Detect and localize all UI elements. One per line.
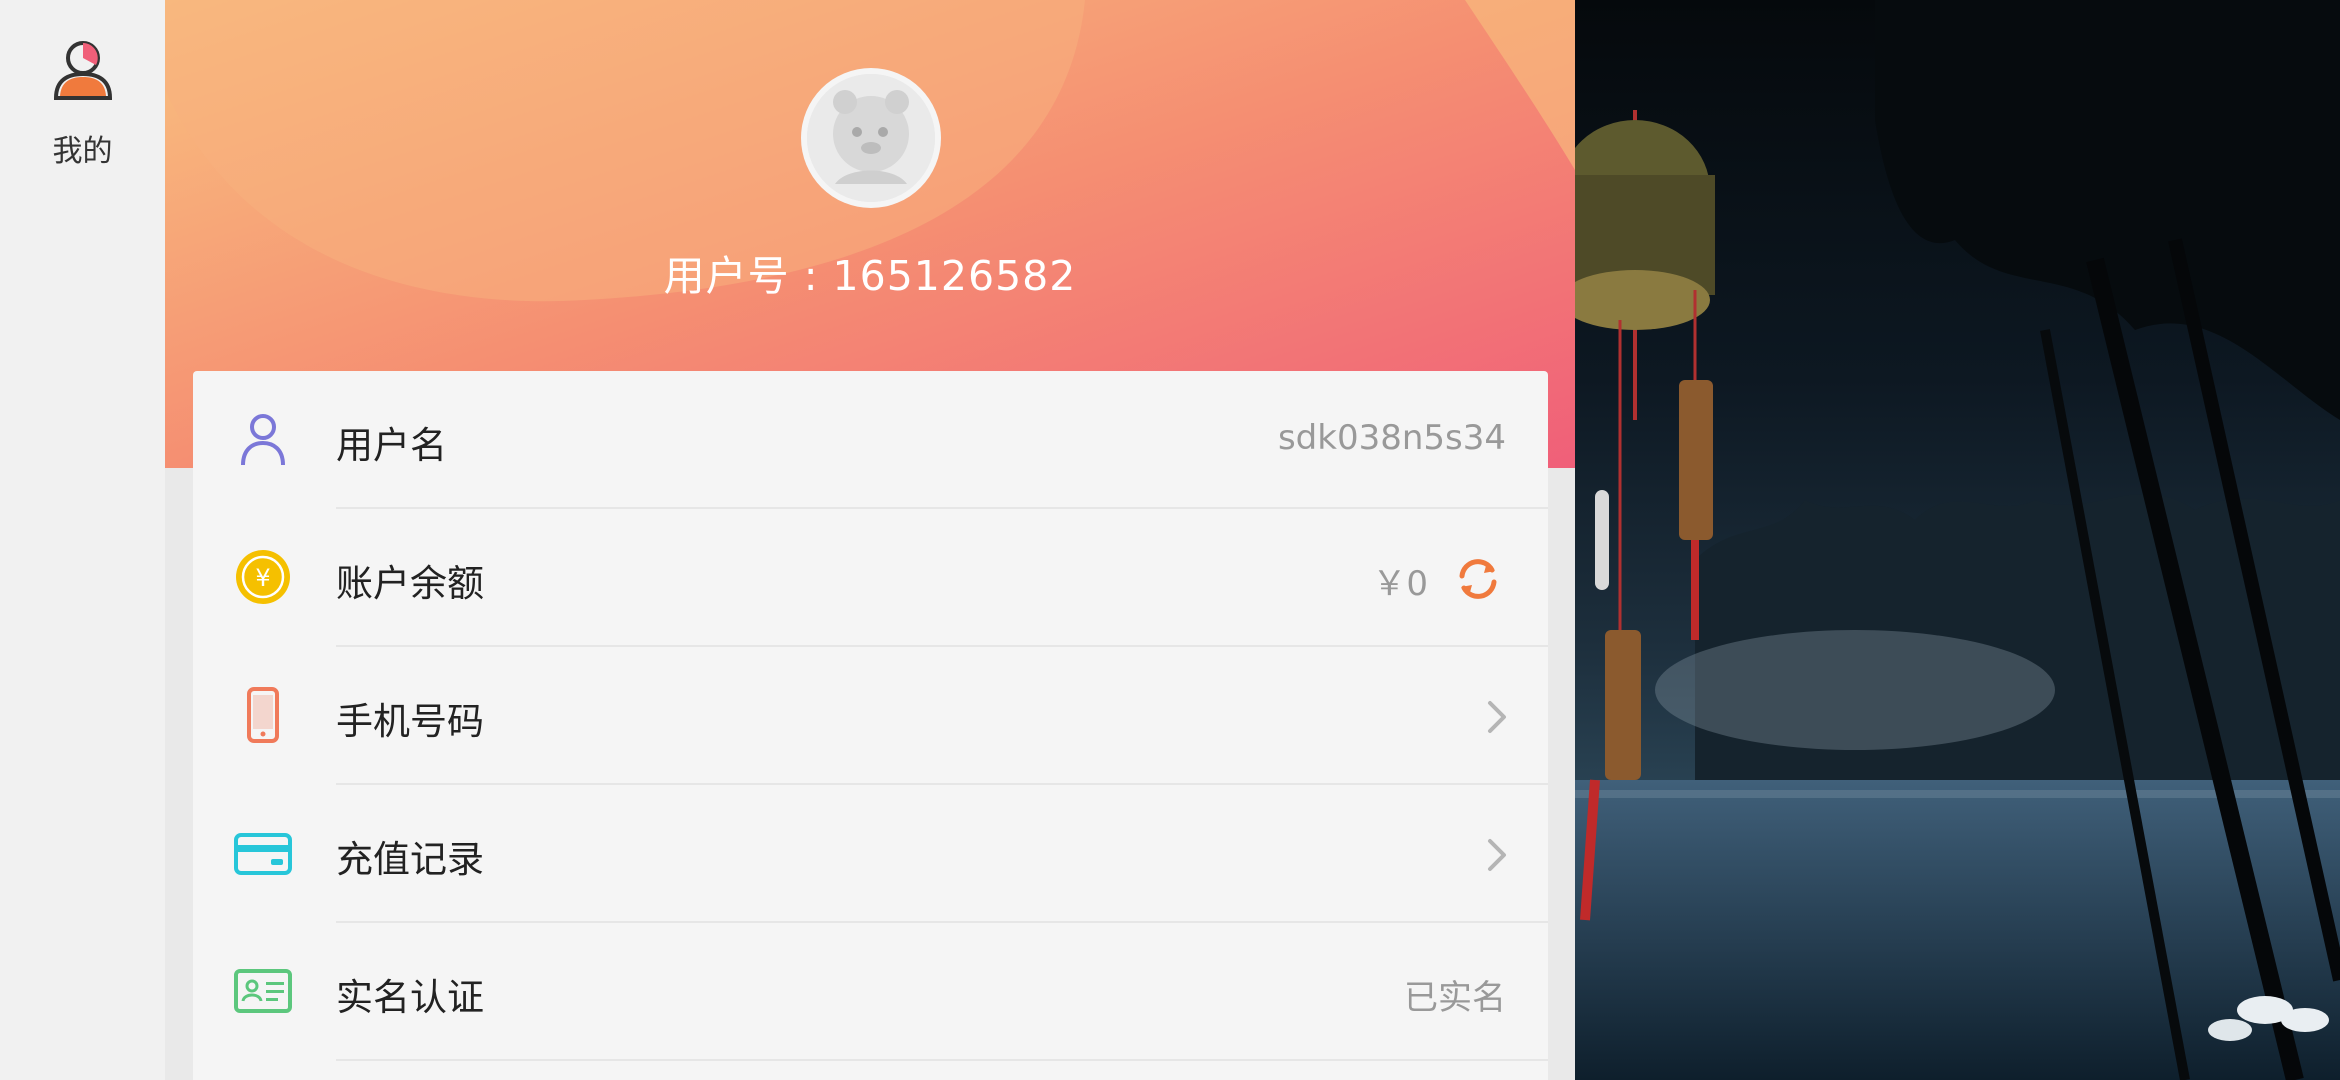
username-value: sdk038n5s34 (1277, 418, 1506, 458)
svg-text:¥: ¥ (255, 564, 270, 592)
phone-label: 手机号码 (336, 700, 484, 743)
refresh-icon[interactable] (1453, 554, 1503, 604)
balance-label: 账户余额 (336, 562, 484, 605)
row-real-name-verification: 实名认证 已实名 (193, 923, 1548, 1061)
real-name-status: 已实名 (1404, 978, 1506, 1018)
real-name-label: 实名认证 (336, 976, 484, 1019)
profile-panel: 用户号 : 165126582 用户名 sdk038n5s34 ¥ 账户余额 ￥… (165, 0, 1575, 1080)
user-number: 用户号 : 165126582 (663, 252, 1077, 300)
profile-info-card: 用户名 sdk038n5s34 ¥ 账户余额 ￥0 手机号码 充值记录 实名认证… (193, 371, 1548, 1080)
drag-handle[interactable] (1595, 490, 1609, 590)
tab-me[interactable]: 我的 (0, 30, 165, 170)
game-background-scene (1575, 0, 2340, 1080)
avatar-bear-icon (807, 74, 935, 202)
coin-icon: ¥ (236, 550, 290, 604)
row-username: 用户名 sdk038n5s34 (193, 371, 1548, 509)
person-icon (241, 414, 285, 466)
row-balance: ¥ 账户余额 ￥0 (193, 509, 1548, 647)
left-tab-rail: 我的 (0, 0, 165, 1080)
id-card-icon (234, 969, 292, 1013)
avatar[interactable] (801, 68, 941, 208)
username-label: 用户名 (336, 424, 447, 467)
row-phone[interactable]: 手机号码 (193, 647, 1548, 785)
row-recharge-records[interactable]: 充值记录 (193, 785, 1548, 923)
card-icon (234, 833, 292, 875)
divider (336, 1059, 1548, 1061)
recharge-records-label: 充值记录 (336, 838, 484, 881)
balance-value: ￥0 (1372, 564, 1428, 604)
phone-icon (247, 687, 279, 743)
user-profile-icon (53, 41, 113, 100)
chevron-right-icon (1488, 839, 1506, 871)
chevron-right-icon (1488, 701, 1506, 733)
tab-me-label: 我的 (52, 134, 113, 169)
